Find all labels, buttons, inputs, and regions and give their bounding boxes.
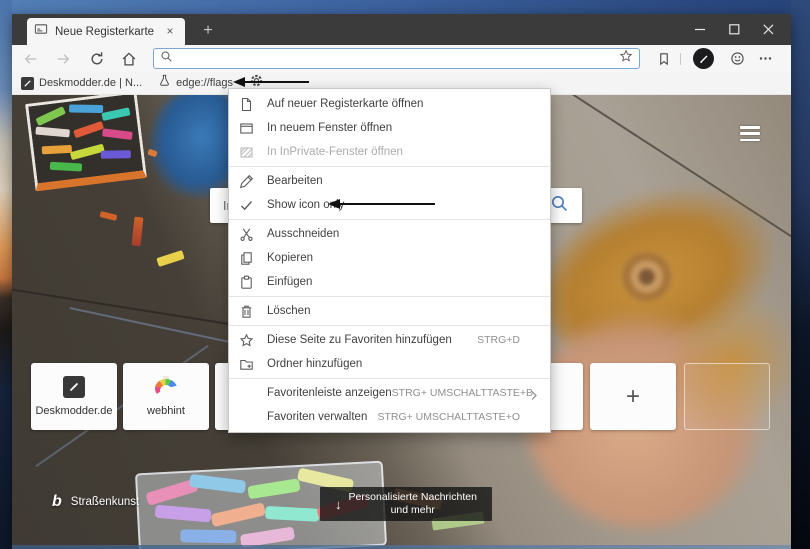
paste-icon [238,274,254,290]
search-icon [160,50,173,68]
favorites-hub-icon[interactable] [655,50,672,67]
favorite-item-label: Deskmodder.de | N... [39,77,143,89]
folder-add-icon [238,356,254,372]
tab-neue-registerkarte[interactable]: Neue Registerkarte × [27,18,185,45]
menu-separator [229,219,550,220]
menu-item-show-favorites-bar[interactable]: Favoritenleiste anzeigen STRG+ UMSCHALTT… [229,381,550,405]
page-icon [238,96,254,112]
toolbar-divider [680,53,681,65]
menu-item-paste[interactable]: Einfügen [229,270,550,294]
menu-separator [229,166,550,167]
personalized-news-button[interactable]: ↓ Personalisierte Nachrichten und mehr [320,487,492,521]
menu-item-open-new-window[interactable]: In neuem Fenster öffnen [229,116,550,140]
menu-item-delete[interactable]: Löschen [229,299,550,323]
menu-item-copy[interactable]: Kopieren [229,246,550,270]
minimize-button[interactable] [683,14,717,45]
down-arrow-icon: ↓ [335,496,342,512]
star-icon [238,332,254,348]
menu-item-edit[interactable]: Bearbeiten [229,169,550,193]
copy-icon [238,250,254,266]
favorite-item-label: edge://flags [176,77,233,89]
menu-item-cut[interactable]: Ausschneiden [229,222,550,246]
back-icon [22,50,39,67]
empty-tile-slot [684,363,770,430]
favorite-star-icon[interactable] [619,49,633,68]
plus-icon: + [625,382,640,410]
menu-item-add-page-to-favorites[interactable]: Diese Seite zu Favoriten hinzufügen STRG… [229,328,550,352]
webhint-tile-icon [155,376,177,398]
annotation-arrow-to-gear [233,77,311,87]
new-tab-page-icon [34,22,48,41]
checkmark-icon [238,197,254,213]
news-button-line1: Personalisierte Nachrichten [348,490,477,503]
page-settings-menu-icon[interactable] [740,126,760,141]
flask-icon [158,74,171,92]
news-button-line2: und mehr [390,504,435,516]
maximize-button[interactable] [717,14,751,45]
menu-item-open-new-tab[interactable]: Auf neuer Registerkarte öffnen [229,92,550,116]
menu-separator [229,296,550,297]
menu-separator [229,378,550,379]
favorite-item-edge-flags[interactable]: edge://flags [158,74,233,92]
favorite-item-deskmodder[interactable]: Deskmodder.de | N... [21,76,143,90]
menu-item-manage-favorites[interactable]: Favoriten verwalten STRG+ UMSCHALTTASTE+… [229,405,550,429]
submenu-chevron-icon [530,388,539,406]
navigation-bar [12,45,791,72]
tab-title: Neue Registerkarte [55,25,155,38]
desktop-wallpaper-left [0,0,12,549]
menu-item-open-inprivate: In InPrivate-Fenster öffnen [229,140,550,164]
address-bar[interactable] [153,48,640,69]
chalk-box [25,95,147,192]
desktop-wallpaper-right [791,0,810,549]
add-tile-button[interactable]: + [590,363,676,430]
deskmodder-favicon [21,76,34,90]
inprivate-icon [238,144,254,160]
tile-label: webhint [147,405,185,417]
menu-separator [229,325,550,326]
favorites-context-menu: Auf neuer Registerkarte öffnen In neuem … [228,88,551,433]
close-button[interactable] [751,14,785,45]
profile-avatar[interactable] [693,48,714,69]
search-icon[interactable] [550,194,569,218]
deskmodder-tile-icon [63,376,85,398]
pencil-icon [238,173,254,189]
bing-logo: b [52,493,62,510]
trash-icon [238,303,254,319]
annotation-arrow-to-show-icon-only [328,199,436,209]
new-window-icon [238,120,254,136]
forward-icon [54,50,71,67]
tile-webhint[interactable]: webhint [123,363,209,430]
feedback-smiley-icon[interactable] [729,50,746,67]
address-input[interactable] [179,50,619,67]
titlebar: Neue Registerkarte × + [12,14,791,45]
scissors-icon [238,226,254,242]
tile-deskmodder[interactable]: Deskmodder.de [31,363,117,430]
browser-window: Neue Registerkarte × + Deskmodder.de | N… [12,14,791,549]
new-tab-button[interactable]: + [196,19,220,43]
refresh-icon[interactable] [88,50,105,67]
menu-item-add-folder[interactable]: Ordner hinzufügen [229,352,550,376]
image-attribution[interactable]: b Straßenkunst [52,493,139,511]
more-menu-icon[interactable] [757,50,774,67]
tab-close-icon[interactable]: × [162,24,178,40]
home-icon[interactable] [120,50,137,67]
attribution-label: Straßenkunst [70,496,140,508]
tile-label: Deskmodder.de [35,405,113,417]
